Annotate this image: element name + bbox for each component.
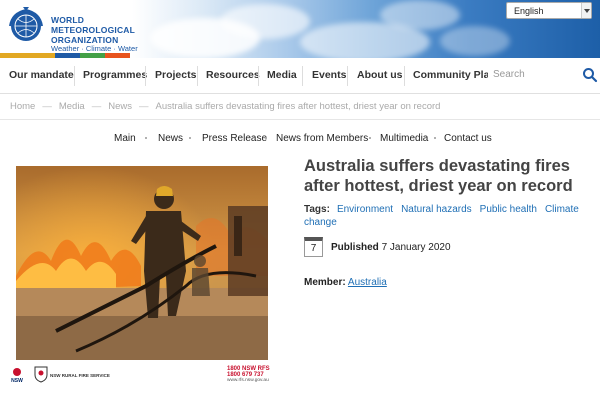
nav-item-programmes[interactable]: Programmes	[83, 69, 147, 81]
tag-public-health[interactable]: Public health	[480, 204, 537, 215]
org-tagline: Weather · Climate · Water	[51, 44, 138, 53]
calendar-day: 7	[310, 243, 317, 254]
org-name[interactable]: WORLD METEOROLOGICAL ORGANIZATION	[51, 15, 135, 45]
search-placeholder: Search	[493, 69, 525, 80]
nav-item-resources[interactable]: Resources	[206, 69, 260, 81]
nav-item-our-mandate[interactable]: Our mandate	[9, 69, 74, 81]
article-tags: Tags: Environment Natural hazards Public he…	[304, 204, 594, 229]
member-link-australia[interactable]: Australia	[348, 277, 387, 288]
tag-environment[interactable]: Environment	[337, 204, 393, 215]
language-select[interactable]: English	[506, 2, 592, 19]
language-selected-value: English	[514, 6, 544, 16]
subnav-dot	[189, 137, 191, 139]
nav-divider	[258, 66, 259, 86]
nav-divider	[302, 66, 303, 86]
breadcrumb-current: Australia suffers devastating fires afte…	[155, 101, 441, 112]
tags-label: Tags:	[304, 204, 330, 215]
breadcrumb-media[interactable]: Media	[59, 101, 85, 112]
published-label: Published	[331, 242, 379, 253]
svg-text:NSW: NSW	[11, 378, 23, 384]
subnav-dot	[265, 137, 267, 139]
nav-item-events[interactable]: Events	[312, 69, 346, 81]
subnav-main[interactable]: Main	[114, 133, 136, 144]
member-info: Member: Australia	[304, 277, 387, 288]
search-icon[interactable]	[582, 66, 598, 84]
breadcrumb: Home — Media — News — Australia suffers devast…	[0, 94, 600, 120]
nsw-government-logo-icon: NSW	[11, 368, 23, 384]
article-title: Australia suffers devastating fires afte…	[304, 157, 573, 195]
subnav-news-from-members[interactable]: News from Members	[276, 133, 368, 144]
nav-divider	[404, 66, 405, 86]
breadcrumb-home[interactable]: Home	[10, 101, 35, 112]
subnav-news[interactable]: News	[158, 133, 183, 144]
wmo-emblem-icon[interactable]	[6, 5, 46, 45]
nav-item-about-us[interactable]: About us	[357, 69, 403, 81]
chevron-down-icon	[581, 3, 591, 18]
nav-divider	[74, 66, 75, 86]
nav-item-projects[interactable]: Projects	[155, 69, 196, 81]
published-date: 7 January 2020	[381, 242, 451, 253]
published-info: Published 7 January 2020	[331, 242, 451, 253]
subnav-contact-us[interactable]: Contact us	[444, 133, 492, 144]
rfs-hotline: 1800 NSW RFS 1800 679 737 www.rfs.nsw.go…	[227, 366, 270, 383]
subnav-multimedia[interactable]: Multimedia	[380, 133, 428, 144]
article-photo	[16, 166, 268, 360]
subnav-press-release[interactable]: Press Release	[202, 133, 267, 144]
nav-item-media[interactable]: Media	[267, 69, 297, 81]
nav-divider	[347, 66, 348, 86]
main-nav: Our mandate Programmes Projects Resource…	[0, 58, 600, 94]
subnav-dot	[369, 137, 371, 139]
rfs-crest-icon	[34, 366, 48, 383]
breadcrumb-news[interactable]: News	[108, 101, 132, 112]
subnav-dot	[145, 137, 147, 139]
sub-nav: Main News Press Release News from Member…	[0, 133, 600, 149]
subnav-dot	[434, 137, 436, 139]
nav-divider	[197, 66, 198, 86]
rfs-name: NSW RURAL FIRE SERVICE	[50, 373, 110, 378]
calendar-icon: 7	[304, 237, 323, 257]
member-label: Member:	[304, 277, 346, 288]
nav-divider	[145, 66, 146, 86]
nav-item-community-platform[interactable]: Community Platfc	[413, 69, 488, 81]
header-banner: WORLD METEOROLOGICAL ORGANIZATION Weathe…	[0, 0, 600, 58]
tag-natural-hazards[interactable]: Natural hazards	[401, 204, 472, 215]
